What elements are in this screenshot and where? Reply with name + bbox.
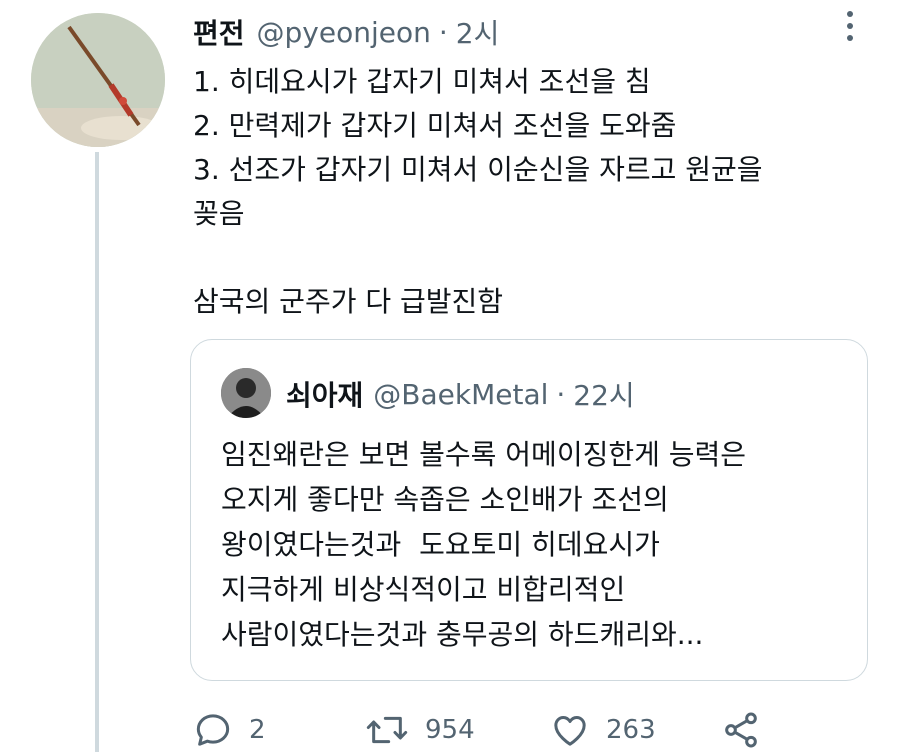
tweet-text: 1. 히데요시가 갑자기 미쳐서 조선을 침 2. 만력제가 갑자기 미쳐서 조… — [193, 65, 763, 318]
quoted-avatar-image — [221, 368, 271, 418]
header-separator: · — [438, 15, 448, 49]
reply-count: 2 — [249, 715, 266, 745]
avatar-image — [31, 13, 165, 147]
author-display-name[interactable]: 편전 — [193, 12, 245, 52]
heart-icon — [554, 716, 586, 746]
tweet-action-bar: 2 954 263 — [193, 708, 793, 752]
reply-icon — [196, 714, 230, 746]
quoted-author-handle: @BaekMetal — [373, 377, 549, 411]
reply-button[interactable]: 2 — [193, 708, 266, 752]
more-vertical-icon — [847, 11, 853, 41]
quoted-author-display-name: 쇠아재 — [286, 379, 364, 412]
author-avatar[interactable] — [31, 13, 165, 147]
tweet-header: 편전 @pyeonjeon · 2시 — [193, 12, 500, 52]
quoted-tweet-card[interactable]: 쇠아재 @BaekMetal · 22시 임진왜란은 보면 볼수록 어메이징한게… — [190, 339, 868, 681]
author-handle[interactable]: @pyeonjeon — [257, 16, 431, 49]
thread-connector-line — [95, 152, 99, 752]
retweet-button[interactable]: 954 — [365, 708, 475, 752]
quoted-tweet-text: 임진왜란은 보면 볼수록 어메이징한게 능력은 오지게 좋다만 속좁은 소인배가… — [221, 438, 747, 651]
like-count: 263 — [606, 715, 656, 745]
quoted-tweet-header: 쇠아재 @BaekMetal · 22시 — [286, 374, 635, 414]
more-options-button[interactable] — [835, 6, 865, 46]
retweet-icon — [366, 716, 408, 744]
quoted-author-avatar — [221, 368, 271, 418]
tweet-timestamp[interactable]: 2시 — [456, 12, 500, 52]
retweet-count: 954 — [425, 715, 475, 745]
quoted-header-separator: · — [556, 377, 566, 411]
share-icon — [725, 712, 757, 748]
share-button[interactable] — [721, 708, 761, 752]
quoted-tweet-timestamp: 22시 — [573, 379, 635, 412]
like-button[interactable]: 263 — [550, 708, 656, 752]
